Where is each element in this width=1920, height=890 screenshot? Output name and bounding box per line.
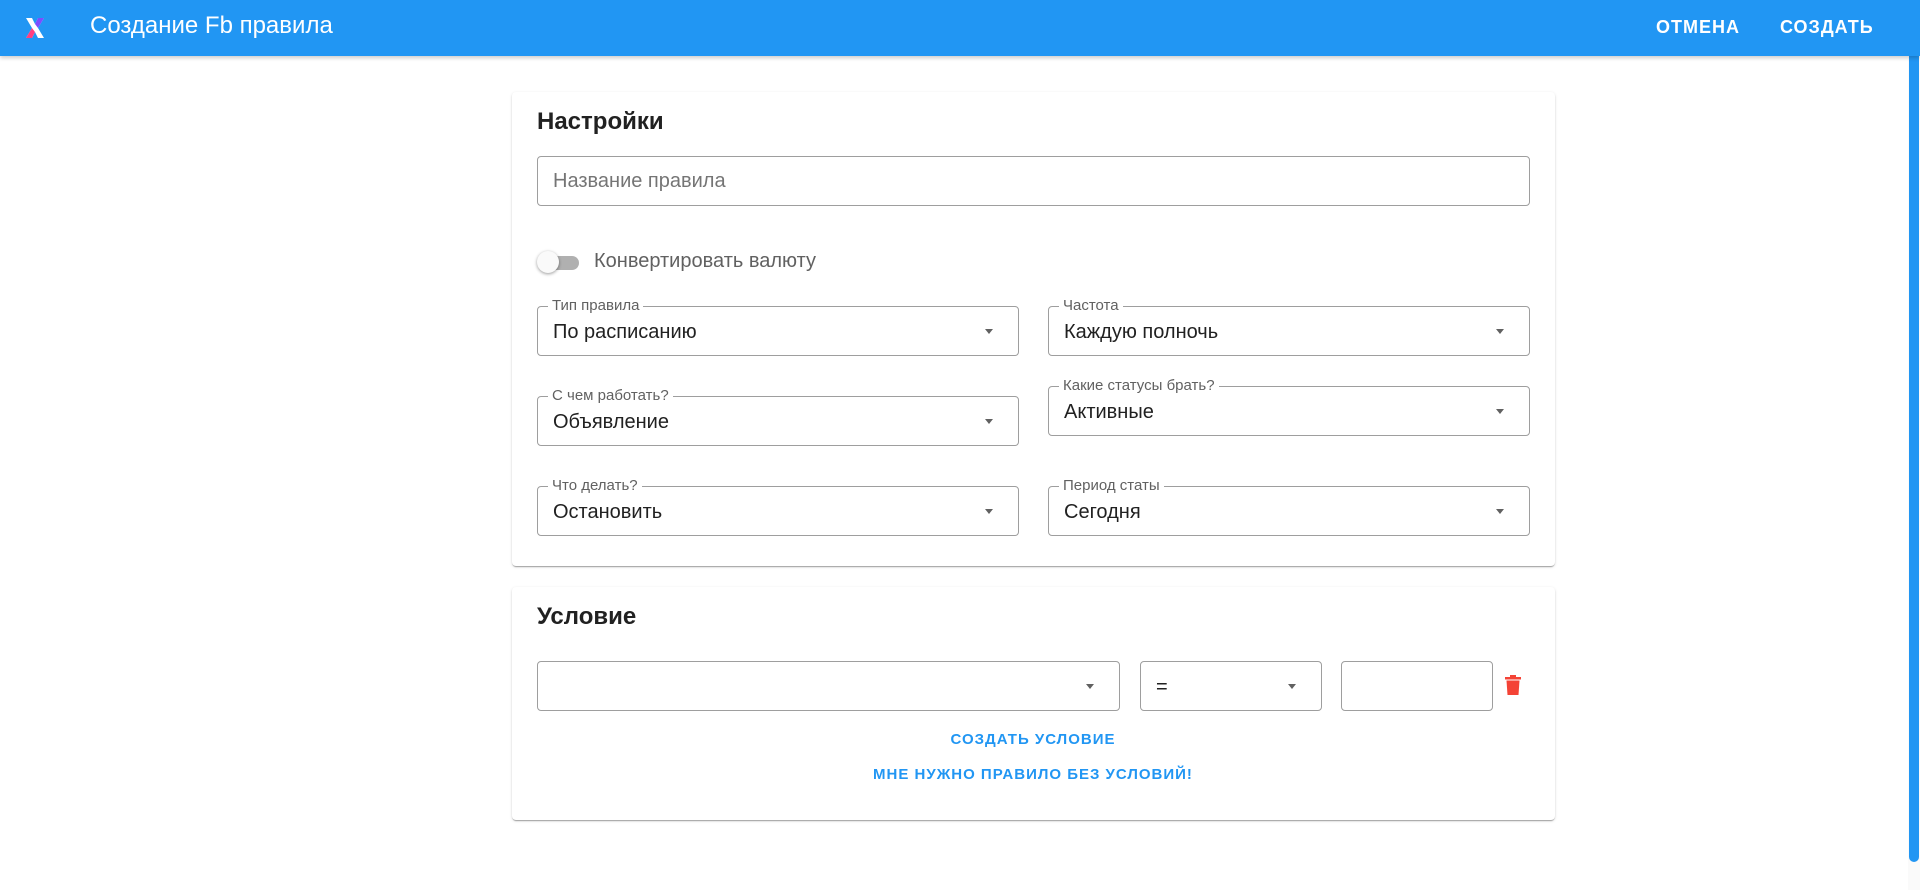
caret-down-icon: [985, 419, 993, 424]
page-title: Создание Fb правила: [90, 12, 333, 39]
work-with-select[interactable]: С чем работать? Объявление: [537, 387, 1019, 446]
action-select[interactable]: Что делать? Остановить: [537, 477, 1019, 536]
rule-type-select[interactable]: Тип правила По расписанию: [537, 297, 1019, 356]
frequency-value: Каждую полночь: [1064, 320, 1219, 343]
statuses-value: Активные: [1064, 400, 1154, 423]
create-condition-button[interactable]: СОЗДАТЬ УСЛОВИЕ: [945, 727, 1121, 753]
work-with-value: Объявление: [553, 410, 669, 433]
caret-down-icon: [985, 329, 993, 334]
trash-icon[interactable]: [1505, 675, 1521, 695]
settings-title: Настройки: [537, 108, 664, 135]
caret-down-icon: [1496, 509, 1504, 514]
metric-select[interactable]: [537, 661, 1120, 711]
caret-down-icon: [1496, 329, 1504, 334]
stats-period-value: Сегодня: [1064, 500, 1141, 523]
settings-card: Настройки Конвертировать валюту Тип прав…: [512, 92, 1555, 566]
no-conditions-button[interactable]: МНЕ НУЖНО ПРАВИЛО БЕЗ УСЛОВИЙ!: [864, 762, 1202, 788]
convert-currency-label: Конвертировать валюту: [594, 250, 816, 272]
app-bar: Создание Fb правила ОТМЕНА СОЗДАТЬ: [0, 0, 1920, 56]
x-logo-icon[interactable]: [23, 16, 47, 40]
rule-type-value: По расписанию: [553, 320, 697, 343]
stats-period-select[interactable]: Период статы Сегодня: [1048, 477, 1530, 536]
cancel-button[interactable]: ОТМЕНА: [1656, 10, 1740, 44]
threshold-field[interactable]: [1341, 661, 1493, 711]
scrollbar-thumb[interactable]: [1909, 56, 1919, 862]
convert-currency-switch[interactable]: [537, 249, 581, 275]
caret-down-icon: [1288, 684, 1296, 689]
statuses-select[interactable]: Какие статусы брать? Активные: [1048, 377, 1530, 436]
switch-thumb[interactable]: [537, 251, 559, 273]
operator-select[interactable]: =: [1140, 661, 1322, 711]
action-value: Остановить: [553, 500, 663, 523]
caret-down-icon: [1086, 684, 1094, 689]
rule-name-input[interactable]: [538, 157, 1529, 205]
frequency-select[interactable]: Частота Каждую полночь: [1048, 297, 1530, 356]
create-button[interactable]: СОЗДАТЬ: [1780, 10, 1874, 44]
condition-title: Условие: [537, 603, 637, 630]
caret-down-icon: [1496, 409, 1504, 414]
operator-value: =: [1156, 675, 1168, 698]
condition-card: Условие = СОЗДАТЬ УСЛОВИЕ МНЕ НУЖНО ПРАВ…: [512, 587, 1555, 820]
rule-name-field[interactable]: [537, 156, 1530, 206]
threshold-input[interactable]: [1342, 662, 1492, 710]
caret-down-icon: [985, 509, 993, 514]
